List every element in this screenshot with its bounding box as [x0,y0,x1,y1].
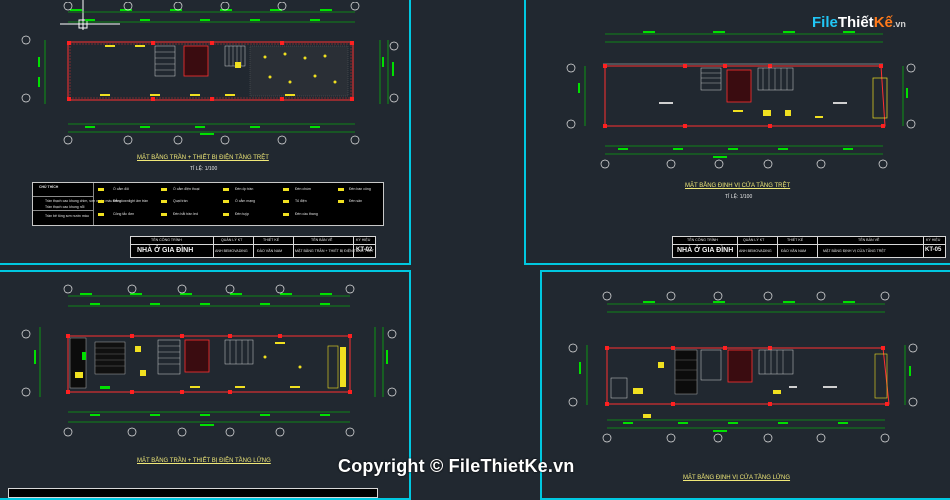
legend-item: Quạt trần [173,199,188,203]
title-block-partial [8,488,378,498]
legend-item: Công tắc đơn [113,212,135,216]
floor-plan-ceiling-mezzanine [21,284,397,437]
legend-item: Đèn ốp trần [235,187,254,191]
tb-header-drawing: TÊN BẢN VẼ [311,238,333,242]
legend-item: Ổ cắm mạng [235,199,256,203]
tb-header-code: KÝ HIỆU [356,238,371,242]
tb-header-designer: THIẾT KẾ [263,238,280,242]
tb-code: KT-02 [356,247,373,253]
tb-manager: ANH BEMOVADING [215,249,248,253]
tb-manager: ANH BEMOVADING [739,249,772,253]
tb-designer: ĐÀO VĂN NAM [257,249,283,253]
tb-header-project: TÊN CÔNG TRÌNH [151,238,182,242]
tb-header-drawing: TÊN BẢN VẼ [858,238,880,242]
copyright-watermark: Copyright © FileThietKe.vn [338,456,575,476]
floor-plan-door-ground [566,31,916,169]
legend-item: Đèn chùm [295,187,311,191]
legend-item: Đèn tuýp [235,212,250,216]
legend-heading: CHÚ THÍCH [39,185,59,189]
legend-item: Đèn cầu thang [295,212,318,216]
sheet-title: MẶT BẰNG TRẦN + THIẾT BỊ ĐIỆN TẦNG TRỆT [137,155,269,161]
legend-item: Đèn ban công [349,187,371,191]
tb-drawing-name: MẶT BẰNG ĐỊNH VỊ CỬA TẦNG TRỆT [823,249,886,253]
tb-header-manager: QUẢN LÝ KT [743,238,765,242]
sheet-title: MẶT BẰNG TRẦN + THIẾT BỊ ĐIỆN TẦNG LỬNG [137,458,271,464]
tb-project-name: NHÀ Ở GIA ĐÌNH [137,247,194,254]
legend-left-item: Trần bê tông sơn nước màu [45,214,89,218]
title-block: TÊN CÔNG TRÌNH QUẢN LÝ KT THIẾT KẾ TÊN B… [672,236,946,258]
tb-designer: ĐÀO VĂN NAM [781,249,807,253]
legend-item: Tủ điện [295,199,307,203]
tb-header-manager: QUẢN LÝ KT [221,238,243,242]
sheet-scale: TỈ LỆ: 1/100 [725,194,753,200]
sheet-title: MẶT BẰNG ĐỊNH VỊ CỬA TẦNG LỬNG [683,475,791,481]
legend-item: Đèn downlight âm trần [113,199,149,203]
legend-left-item: Trần thạch cao khung nổi [45,205,85,209]
tb-header-designer: THIẾT KẾ [787,238,804,242]
tb-code: KT-05 [925,247,942,253]
tb-project-name: NHÀ Ở GIA ĐÌNH [677,247,734,254]
tb-header-project: TÊN CÔNG TRÌNH [687,238,718,242]
legend-table: CHÚ THÍCH Trần thạch cao khung chìm, sơn… [32,182,384,226]
tb-header-code: KÝ HIỆU [926,238,941,242]
legend-item: Ổ cắm điện thoại [173,187,200,191]
legend-item: Ổ cắm đôi [113,187,129,191]
legend-item: Đèn sân [349,199,363,203]
legend-left-item: Trần thạch cao khung chìm, sơn nước màu … [45,199,122,203]
floor-plan-ceiling-ground [21,2,399,145]
title-block: TÊN CÔNG TRÌNH QUẢN LÝ KT THIẾT KẾ TÊN B… [130,236,376,258]
sheet-title: MẶT BẰNG ĐỊNH VỊ CỬA TẦNG TRỆT [685,183,791,189]
legend-item: Đèn hắt trần led [173,212,198,216]
sheet-scale: TỈ LỆ: 1/100 [190,166,218,172]
floor-plan-door-mezzanine [568,291,918,443]
